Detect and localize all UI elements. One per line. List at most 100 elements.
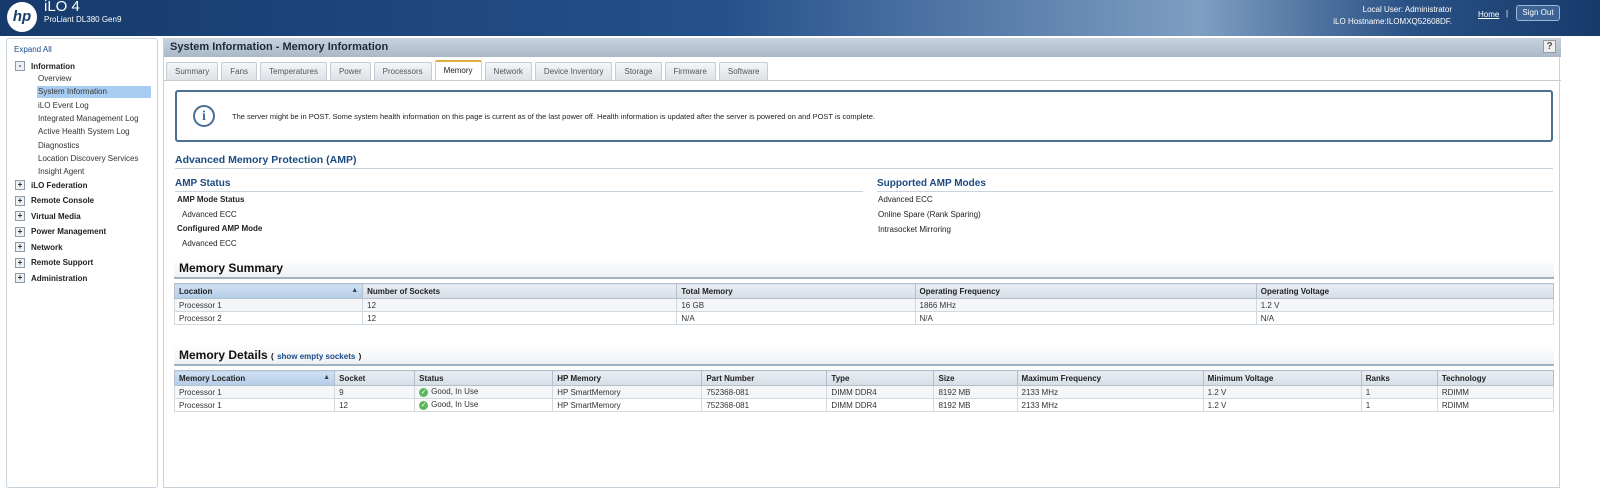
column-header[interactable]: Ranks xyxy=(1360,370,1438,386)
group-label: Remote Console xyxy=(31,196,95,205)
cell-value: Processor 1 xyxy=(179,387,222,397)
sidebar-group-information[interactable]: - Information xyxy=(15,61,75,71)
tab-power[interactable]: Power xyxy=(329,62,371,80)
column-label: Location xyxy=(179,286,213,296)
cell-value: 752368-081 xyxy=(706,400,750,410)
main-panel: System Information - Memory Information?… xyxy=(163,38,1561,488)
cell-value: 1.2 V xyxy=(1207,387,1227,397)
group-label: Information xyxy=(31,61,75,71)
column-header[interactable]: Operating Frequency xyxy=(914,283,1257,299)
tab-summary[interactable]: Summary xyxy=(166,62,219,80)
status-ok-icon: ✓ xyxy=(419,401,429,410)
table-cell: 2133 MHz xyxy=(1016,398,1204,412)
sidebar-item-ilo-event-log[interactable]: iLO Event Log xyxy=(37,100,151,112)
sidebar-group-ilo-federation[interactable]: + iLO Federation xyxy=(15,180,87,190)
expand-icon[interactable]: + xyxy=(15,242,25,252)
section-title: Memory Details xyxy=(179,348,268,362)
sidebar-item-integrated-management-log[interactable]: Integrated Management Log xyxy=(37,113,151,125)
tab-fans[interactable]: Fans xyxy=(221,62,258,80)
column-header[interactable]: HP Memory xyxy=(552,370,703,386)
tab-network[interactable]: Network xyxy=(484,62,532,80)
column-label: Status xyxy=(419,373,444,383)
table-row: Processor 1 12 16 GB 1866 MHz 1.2 V xyxy=(173,298,1555,312)
supported-amp-mode: Advanced ECC xyxy=(878,195,933,204)
show-empty-sockets-link[interactable]: show empty sockets xyxy=(277,352,355,361)
sidebar-item-overview[interactable]: Overview xyxy=(37,73,151,85)
sidebar: Expand All - Information Overview System I… xyxy=(6,38,158,488)
help-icon[interactable]: ? xyxy=(1543,40,1556,53)
tab-memory[interactable]: Memory xyxy=(434,60,482,80)
column-header[interactable]: Type xyxy=(826,370,935,386)
cell-value: 752368-081 xyxy=(706,387,750,397)
column-label: HP Memory xyxy=(557,373,602,383)
column-header[interactable]: Total Memory xyxy=(676,283,916,299)
cell-value: 2133 MHz xyxy=(1021,400,1058,410)
expand-icon[interactable]: + xyxy=(15,226,25,237)
column-header[interactable]: Location ▲ xyxy=(173,283,364,299)
memory-summary-table: Location ▲ Number of Sockets Total Memory Op… xyxy=(173,283,1555,325)
expand-icon[interactable]: + xyxy=(15,180,25,190)
table-cell: 752368-081 xyxy=(701,398,828,412)
column-header[interactable]: Size xyxy=(933,370,1018,386)
column-header[interactable]: Memory Location ▲ xyxy=(173,370,336,386)
sidebar-item-insight-agent[interactable]: Insight Agent xyxy=(37,166,151,178)
sidebar-group-virtual-media[interactable]: + Virtual Media xyxy=(15,211,81,221)
group-label: iLO Federation xyxy=(31,180,88,190)
sidebar-group-administration[interactable]: + Administration xyxy=(15,273,87,283)
memory-details-heading: Memory Details ( show empty sockets ) xyxy=(174,345,1554,366)
sidebar-item-location-discovery-services[interactable]: Location Discovery Services xyxy=(37,153,151,165)
table-row: Processor 1 12 ✓ Good, In Use HP SmartMemory… xyxy=(173,398,1555,412)
tab-software[interactable]: Software xyxy=(718,62,769,80)
column-header[interactable]: Maximum Frequency xyxy=(1016,370,1204,386)
sidebar-item-system-information[interactable]: System Information xyxy=(37,86,151,99)
expand-icon[interactable]: + xyxy=(15,195,25,206)
expand-icon[interactable]: + xyxy=(15,273,25,283)
divider xyxy=(877,191,1553,192)
tab-firmware[interactable]: Firmware xyxy=(664,62,716,80)
tab-temperatures[interactable]: Temperatures xyxy=(260,62,327,80)
column-header[interactable]: Technology xyxy=(1436,370,1555,386)
info-icon: i xyxy=(193,105,215,127)
cell-value: HP SmartMemory xyxy=(557,400,621,410)
home-link[interactable]: Home xyxy=(1478,10,1499,19)
expand-all-link[interactable]: Expand All xyxy=(14,45,52,54)
sidebar-group-remote-console[interactable]: + Remote Console xyxy=(15,195,95,206)
table-cell: 1.2 V xyxy=(1202,385,1362,399)
cell-value: DIMM DDR4 xyxy=(831,400,877,410)
expand-icon[interactable]: + xyxy=(15,257,25,268)
page-title: System Information - Memory Information? xyxy=(164,38,1561,57)
sidebar-item-active-health-system-log[interactable]: Active Health System Log xyxy=(37,126,151,138)
paren: ( xyxy=(271,352,274,361)
column-label: Ranks xyxy=(1365,373,1390,383)
cell-value: 1 xyxy=(1365,387,1371,397)
info-text: The server might be in POST. Some system… xyxy=(232,111,875,121)
column-header[interactable]: Part Number xyxy=(701,370,828,386)
column-label: Socket xyxy=(339,373,366,383)
column-header[interactable]: Number of Sockets xyxy=(362,283,678,299)
cell-value: Good, In Use xyxy=(431,400,479,409)
cell-value: 16 GB xyxy=(681,300,705,310)
sidebar-group-network[interactable]: + Network xyxy=(15,242,63,252)
cell-value: N/A xyxy=(919,313,933,323)
user-info: Local User: Administrator iLO Hostname:IL… xyxy=(1333,4,1452,28)
tab-processors[interactable]: Processors xyxy=(373,62,432,80)
tab-device-inventory[interactable]: Device Inventory xyxy=(534,62,613,80)
tab-storage[interactable]: Storage xyxy=(615,62,662,80)
expand-icon[interactable]: + xyxy=(15,211,25,221)
collapse-icon[interactable]: - xyxy=(15,61,25,71)
table-row: Processor 2 12 N/A N/A N/A xyxy=(173,311,1555,325)
group-label: Power Management xyxy=(31,227,107,236)
column-header[interactable]: Socket xyxy=(334,370,416,386)
sidebar-item-diagnostics[interactable]: Diagnostics xyxy=(37,140,151,152)
column-header[interactable]: Minimum Voltage xyxy=(1202,370,1362,386)
table-cell: N/A xyxy=(914,311,1257,325)
sign-out-button[interactable]: Sign Out xyxy=(1516,5,1560,21)
column-label: Size xyxy=(938,373,955,383)
table-cell: N/A xyxy=(676,311,916,325)
column-header[interactable]: Operating Voltage xyxy=(1255,283,1555,299)
sidebar-group-remote-support[interactable]: + Remote Support xyxy=(15,257,93,268)
column-header[interactable]: Status xyxy=(414,370,554,386)
sidebar-group-power-management[interactable]: + Power Management xyxy=(15,226,107,237)
table-cell: 12 xyxy=(362,298,678,312)
supported-amp-heading: Supported AMP Modes xyxy=(877,178,986,189)
